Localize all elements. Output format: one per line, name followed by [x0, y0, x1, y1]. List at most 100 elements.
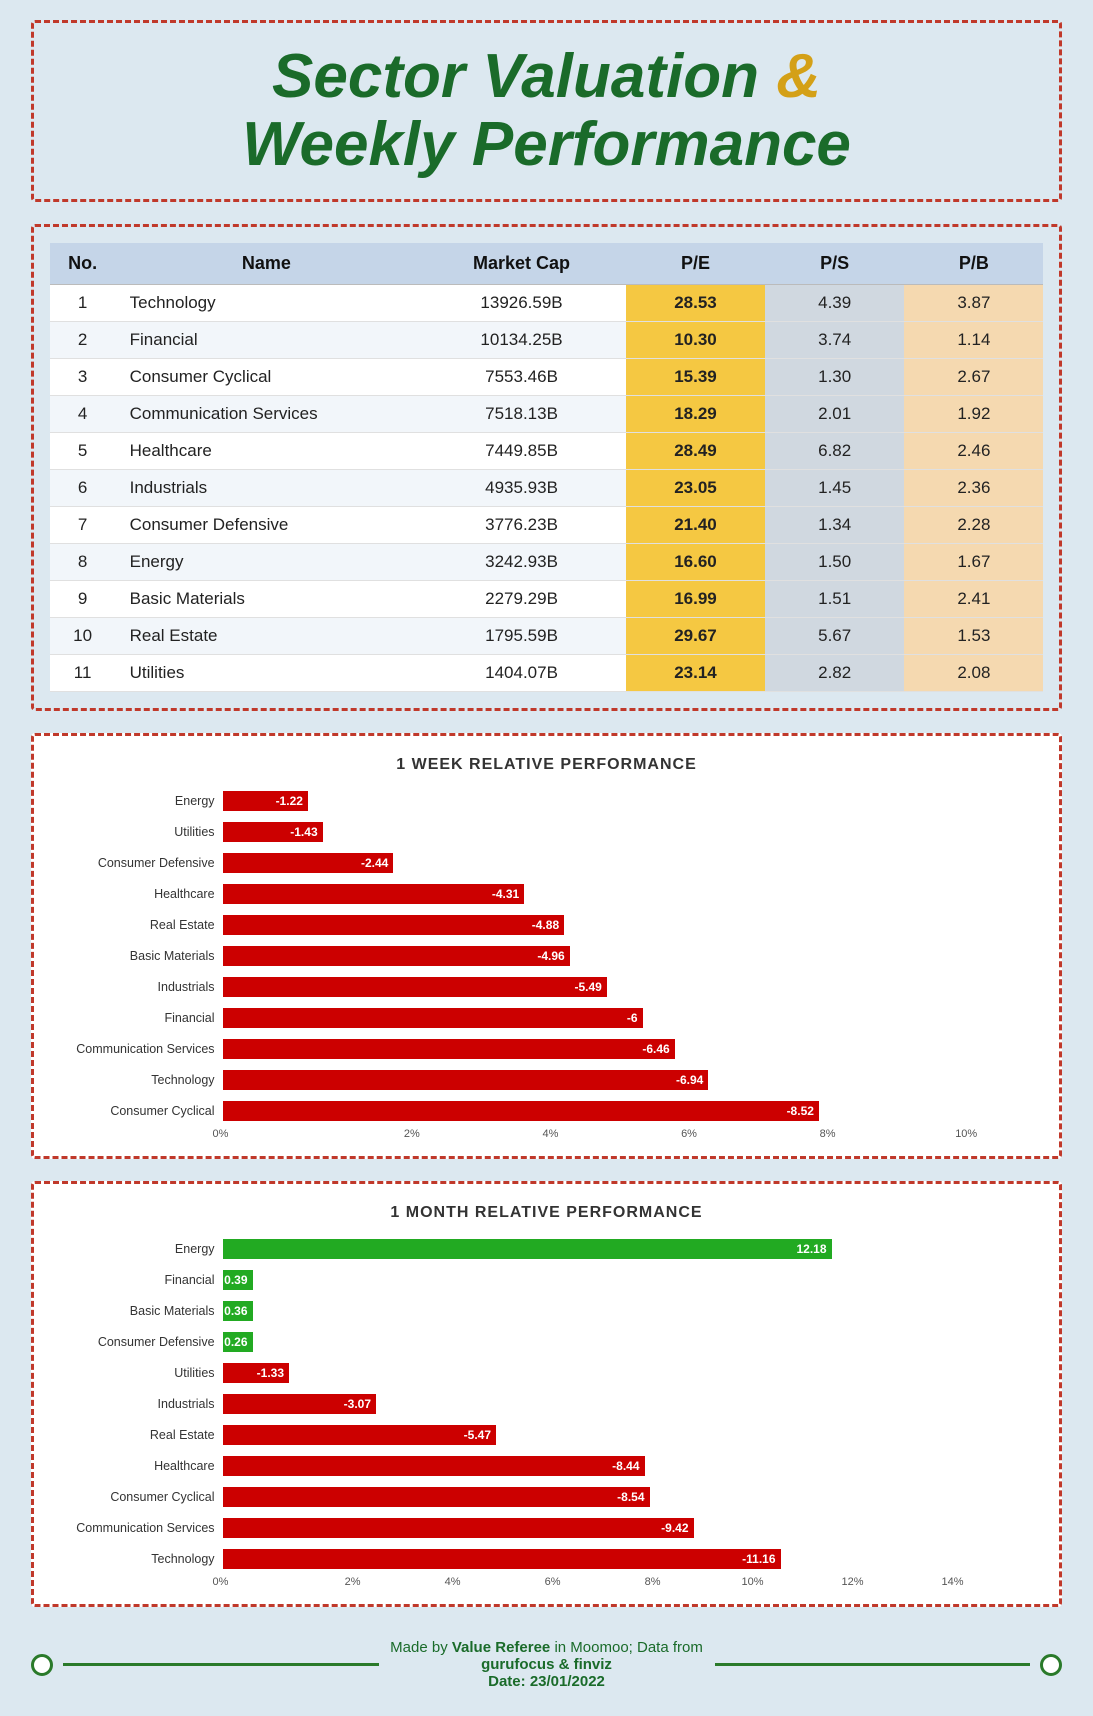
month-x-axis: 0%2%4%6%8%10%12%14%: [213, 1576, 1036, 1588]
bar-row: Industrials-5.49: [68, 974, 1036, 1000]
cell-pe: 16.60: [626, 544, 765, 581]
cell-ps: 2.82: [765, 655, 904, 692]
bar-row: Energy-1.22: [68, 788, 1036, 814]
footer-sources: gurufocus & finviz: [481, 1656, 612, 1673]
bar-label: Communication Services: [68, 1042, 223, 1056]
bar-label: Industrials: [68, 1397, 223, 1411]
bar-label: Communication Services: [68, 1521, 223, 1535]
bar-row: Consumer Defensive-2.44: [68, 850, 1036, 876]
month-chart-title: 1 MONTH RELATIVE PERFORMANCE: [58, 1204, 1036, 1222]
bar: -2.44: [223, 853, 394, 873]
table-body: 1 Technology 13926.59B 28.53 4.39 3.87 2…: [50, 285, 1044, 692]
cell-name: Energy: [116, 544, 418, 581]
table-row: 9 Basic Materials 2279.29B 16.99 1.51 2.…: [50, 581, 1044, 618]
cell-pb: 1.53: [904, 618, 1043, 655]
bar-container: -8.54: [223, 1486, 1036, 1508]
cell-name: Consumer Cyclical: [116, 359, 418, 396]
bar-container: -5.49: [223, 976, 1036, 998]
x-axis-label: 2%: [343, 1128, 482, 1140]
month-chart-area: Energy12.18 Financial0.39 Basic Materials0…: [58, 1236, 1036, 1572]
cell-no: 9: [50, 581, 116, 618]
cell-ps: 1.45: [765, 470, 904, 507]
col-header-pe: P/E: [626, 243, 765, 285]
table-row: 5 Healthcare 7449.85B 28.49 6.82 2.46: [50, 433, 1044, 470]
bar-label: Healthcare: [68, 887, 223, 901]
cell-pb: 1.14: [904, 322, 1043, 359]
cell-pe: 10.30: [626, 322, 765, 359]
table-row: 11 Utilities 1404.07B 23.14 2.82 2.08: [50, 655, 1044, 692]
bar-row: Healthcare-8.44: [68, 1453, 1036, 1479]
bar-container: -8.44: [223, 1455, 1036, 1477]
bar: -8.52: [223, 1101, 819, 1121]
bar-container: -5.47: [223, 1424, 1036, 1446]
bar-row: Utilities-1.43: [68, 819, 1036, 845]
bar-row: Energy12.18: [68, 1236, 1036, 1262]
x-axis-label: 2%: [303, 1576, 403, 1588]
footer-date-label: Date:: [488, 1673, 526, 1690]
cell-name: Consumer Defensive: [116, 507, 418, 544]
cell-ps: 3.74: [765, 322, 904, 359]
cell-name: Real Estate: [116, 618, 418, 655]
footer-text: Made by Value Referee in Moomoo; Data fr…: [389, 1639, 705, 1690]
bar-container: -4.31: [223, 883, 1036, 905]
cell-mc: 3242.93B: [417, 544, 626, 581]
x-axis-label: 12%: [803, 1576, 903, 1588]
sector-table: No. Name Market Cap P/E P/S P/B 1 Techno…: [50, 243, 1044, 692]
bar: -1.43: [223, 822, 323, 842]
bar: -6: [223, 1008, 643, 1028]
bar-container: -4.88: [223, 914, 1036, 936]
bar: -6.46: [223, 1039, 675, 1059]
cell-ps: 5.67: [765, 618, 904, 655]
bar-row: Financial-6: [68, 1005, 1036, 1031]
cell-no: 1: [50, 285, 116, 322]
x-axis-label: 4%: [403, 1576, 503, 1588]
footer-circle-left: [31, 1654, 53, 1676]
table-row: 1 Technology 13926.59B 28.53 4.39 3.87: [50, 285, 1044, 322]
table-row: 10 Real Estate 1795.59B 29.67 5.67 1.53: [50, 618, 1044, 655]
bar-label: Healthcare: [68, 1459, 223, 1473]
cell-pb: 2.41: [904, 581, 1043, 618]
cell-pb: 3.87: [904, 285, 1043, 322]
cell-mc: 13926.59B: [417, 285, 626, 322]
cell-no: 2: [50, 322, 116, 359]
cell-pe: 16.99: [626, 581, 765, 618]
header-title: Sector Valuation & Weekly Performance: [74, 43, 1020, 179]
bar-row: Basic Materials0.36: [68, 1298, 1036, 1324]
cell-name: Healthcare: [116, 433, 418, 470]
cell-pb: 1.92: [904, 396, 1043, 433]
bar-row: Industrials-3.07: [68, 1391, 1036, 1417]
bar: -8.54: [223, 1487, 650, 1507]
footer-line-left: [63, 1663, 379, 1666]
cell-pe: 15.39: [626, 359, 765, 396]
bar-label: Financial: [68, 1273, 223, 1287]
cell-ps: 1.34: [765, 507, 904, 544]
bar-row: Financial0.39: [68, 1267, 1036, 1293]
table-box: No. Name Market Cap P/E P/S P/B 1 Techno…: [31, 224, 1063, 711]
table-row: 7 Consumer Defensive 3776.23B 21.40 1.34…: [50, 507, 1044, 544]
bar-container: -9.42: [223, 1517, 1036, 1539]
col-header-pb: P/B: [904, 243, 1043, 285]
cell-pb: 2.46: [904, 433, 1043, 470]
bar-label: Real Estate: [68, 918, 223, 932]
cell-no: 8: [50, 544, 116, 581]
title-line2: Weekly Performance: [242, 110, 851, 179]
cell-name: Technology: [116, 285, 418, 322]
footer: Made by Value Referee in Moomoo; Data fr…: [31, 1633, 1063, 1696]
bar: -5.47: [223, 1425, 497, 1445]
cell-pb: 2.67: [904, 359, 1043, 396]
bar-label: Industrials: [68, 980, 223, 994]
bar-label: Real Estate: [68, 1428, 223, 1442]
footer-circle-right: [1040, 1654, 1062, 1676]
cell-no: 4: [50, 396, 116, 433]
bar: -8.44: [223, 1456, 645, 1476]
cell-mc: 1404.07B: [417, 655, 626, 692]
bar-label: Consumer Defensive: [68, 1335, 223, 1349]
table-header-row: No. Name Market Cap P/E P/S P/B: [50, 243, 1044, 285]
cell-name: Financial: [116, 322, 418, 359]
bar: -6.94: [223, 1070, 709, 1090]
bar: 0.39: [223, 1270, 253, 1290]
cell-pe: 28.49: [626, 433, 765, 470]
week-x-axis: 0%2%4%6%8%10%: [213, 1128, 1036, 1140]
title-line1: Sector Valuation: [272, 42, 759, 111]
cell-no: 5: [50, 433, 116, 470]
